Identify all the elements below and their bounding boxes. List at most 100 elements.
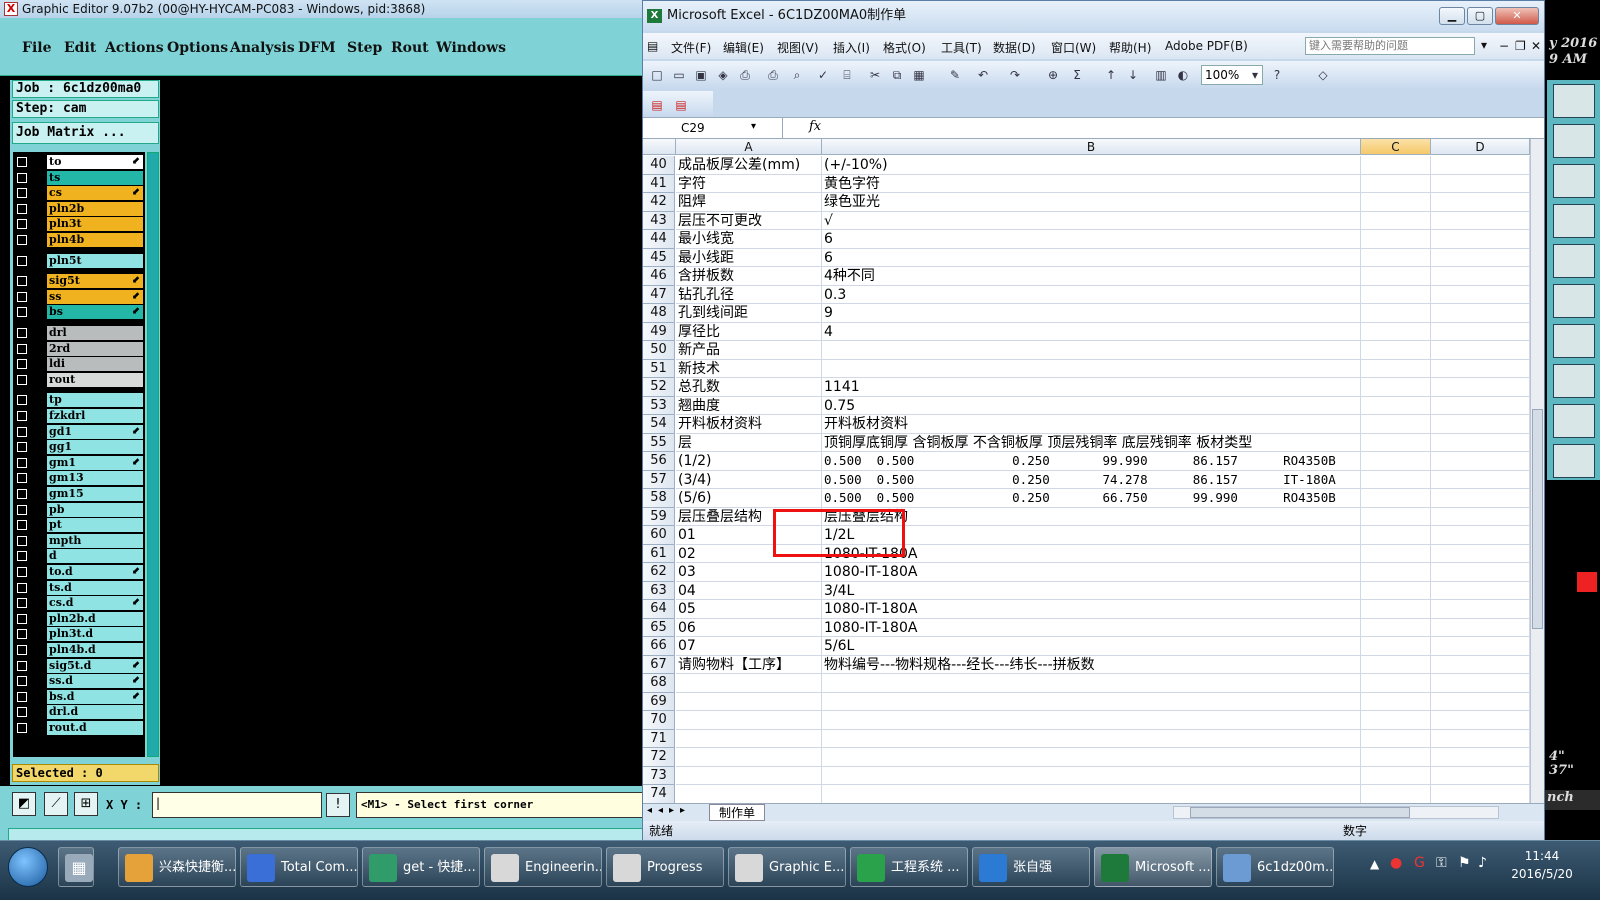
cell-c[interactable]: [1361, 415, 1431, 434]
layer-checkbox[interactable]: [17, 473, 27, 484]
cell-d[interactable]: [1431, 248, 1530, 267]
cell-a[interactable]: 孔到线间距: [676, 304, 822, 323]
row-header[interactable]: 47: [643, 285, 675, 304]
graphic-editor-title-bar[interactable]: X Graphic Editor 9.07b2 (00@HY-HYCAM-PC0…: [0, 0, 645, 18]
background-tool-icon[interactable]: [1553, 204, 1595, 238]
excel-menu-item[interactable]: 帮助(H): [1109, 39, 1151, 56]
sort-descending-icon[interactable]: ↓: [1125, 67, 1141, 83]
layer-name[interactable]: fzkdrl: [47, 409, 143, 423]
drawing-icon[interactable]: ◐: [1175, 67, 1191, 83]
cell-a[interactable]: 成品板厚公差(mm): [676, 156, 822, 175]
layer-checkbox[interactable]: [17, 442, 27, 453]
cell-c[interactable]: [1361, 174, 1431, 193]
cell-a[interactable]: 开料板材资料: [676, 415, 822, 434]
cell-d[interactable]: [1431, 322, 1530, 341]
excel-menu-item[interactable]: 窗口(W): [1051, 39, 1096, 56]
row-header[interactable]: 52: [643, 378, 675, 397]
taskbar-button[interactable]: get - 快捷...: [362, 847, 480, 887]
layer-name[interactable]: drl.d: [47, 705, 143, 720]
document-icon[interactable]: ▤: [647, 39, 658, 53]
layer-name[interactable]: mpth: [47, 533, 143, 548]
fill-color-icon[interactable]: ◇: [1315, 67, 1331, 83]
layer-checkbox[interactable]: [17, 520, 27, 531]
layer-name[interactable]: rout: [47, 372, 143, 387]
tray-volume-icon[interactable]: ♪: [1478, 855, 1487, 871]
cell-a[interactable]: 含拼板数: [676, 267, 822, 286]
cell-b[interactable]: [822, 766, 1361, 785]
help-icon[interactable]: [1553, 164, 1595, 198]
ge-menu-file[interactable]: File: [22, 40, 51, 56]
xy-input[interactable]: |: [152, 792, 322, 818]
layer-row[interactable]: rout: [13, 372, 145, 388]
layer-checkbox[interactable]: [17, 255, 27, 266]
cell-d[interactable]: [1431, 433, 1530, 452]
layer-checkbox[interactable]: [17, 343, 27, 354]
cell-a[interactable]: [676, 674, 822, 693]
cell-a[interactable]: 最小线宽: [676, 230, 822, 249]
layer-checkbox[interactable]: [17, 395, 27, 406]
layer-checkbox[interactable]: [17, 567, 27, 577]
save-icon[interactable]: ▣: [693, 67, 709, 83]
layer-row[interactable]: pln3t.d: [13, 626, 145, 642]
layer-row[interactable]: pt: [13, 517, 145, 533]
layer-checkbox[interactable]: [17, 676, 27, 687]
pointer-tool-icon[interactable]: [1553, 444, 1595, 478]
layer-row[interactable]: sig5t ⬋: [13, 273, 145, 289]
row-header[interactable]: 42: [643, 193, 675, 212]
zoom-dropdown-icon[interactable]: ▾: [1247, 67, 1263, 83]
cell-b[interactable]: 0.500 0.500 0.250 99.990 86.157 RO4350B: [822, 452, 1361, 471]
excel-menu-item[interactable]: 插入(I): [833, 39, 870, 56]
layer-name[interactable]: gm15: [47, 487, 143, 501]
layer-name[interactable]: gd1 ⬋: [47, 424, 143, 439]
cell-c[interactable]: [1361, 433, 1431, 452]
layer-row[interactable]: bs ⬋: [13, 304, 145, 320]
excel-menu-item[interactable]: 视图(V): [777, 39, 819, 56]
background-tool-icon[interactable]: [1553, 124, 1595, 158]
layer-name[interactable]: pt: [47, 518, 143, 533]
job-matrix-button[interactable]: Job Matrix ...: [12, 122, 159, 144]
cell-b[interactable]: 0.75: [822, 396, 1361, 415]
row-header[interactable]: 40: [643, 156, 675, 175]
layer-name[interactable]: ts.d: [47, 580, 143, 595]
row-header[interactable]: 50: [643, 341, 675, 360]
excel-menu-item[interactable]: 编辑(E): [723, 39, 764, 56]
pdf-attach-icon[interactable]: ▤: [673, 97, 689, 113]
cell-b[interactable]: [822, 341, 1361, 360]
excel-menu-item[interactable]: 工具(T): [941, 39, 982, 56]
sort-ascending-icon[interactable]: ↑: [1103, 67, 1119, 83]
layer-name[interactable]: d: [47, 549, 143, 564]
cell-d[interactable]: [1431, 304, 1530, 323]
layer-list-scrollbar[interactable]: [147, 152, 159, 757]
cell-b[interactable]: 0.3: [822, 285, 1361, 304]
redo-icon[interactable]: ↷: [1007, 67, 1023, 83]
cell-a[interactable]: (3/4): [676, 470, 822, 489]
print-preview-icon[interactable]: ⎙: [737, 67, 753, 83]
cell-b[interactable]: 开料板材资料: [822, 415, 1361, 434]
tray-security-icon[interactable]: G: [1414, 855, 1425, 871]
autosum-icon[interactable]: Σ: [1069, 67, 1085, 83]
row-header[interactable]: 69: [643, 692, 675, 711]
row-header[interactable]: 71: [643, 729, 675, 748]
cell-c[interactable]: [1361, 470, 1431, 489]
layer-checkbox[interactable]: [17, 374, 27, 385]
cell-a[interactable]: 07: [676, 637, 822, 656]
layer-row[interactable]: to.d ⬋: [13, 564, 145, 580]
layer-name[interactable]: ss ⬋: [47, 289, 143, 304]
cell-a[interactable]: 层: [676, 433, 822, 452]
cell-d[interactable]: [1431, 193, 1530, 212]
format-painter-icon[interactable]: ✎: [947, 67, 963, 83]
cell-a[interactable]: 02: [676, 544, 822, 563]
cell-a[interactable]: [676, 748, 822, 767]
grid-tool-icon[interactable]: ⊞: [74, 792, 98, 816]
layer-row[interactable]: pln4b.d: [13, 642, 145, 658]
row-header[interactable]: 60: [643, 526, 675, 545]
layer-row[interactable]: gm1 ⬋: [13, 455, 145, 471]
layer-name[interactable]: bs.d ⬋: [47, 689, 143, 704]
tray-network-icon[interactable]: ⚿: [1436, 855, 1447, 871]
row-header[interactable]: 43: [643, 211, 675, 230]
row-header[interactable]: 73: [643, 766, 675, 785]
cell-c[interactable]: [1361, 452, 1431, 471]
cell-c[interactable]: [1361, 526, 1431, 545]
print-icon[interactable]: ⎙: [765, 67, 781, 83]
layer-name[interactable]: rout.d: [47, 721, 143, 735]
